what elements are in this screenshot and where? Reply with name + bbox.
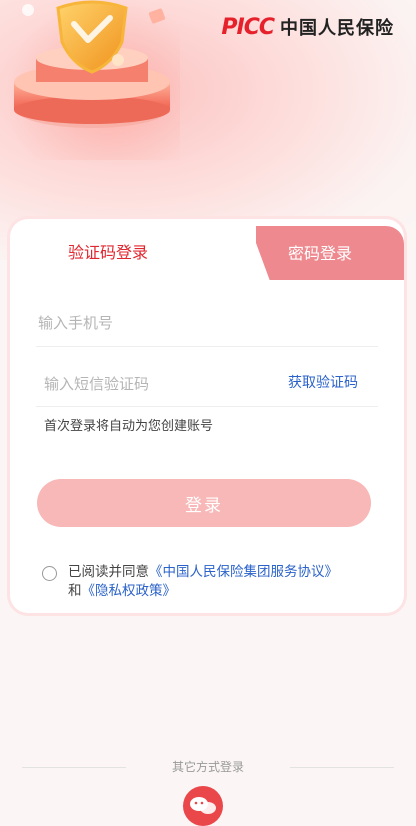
first-login-hint: 首次登录将自动为您创建账号 bbox=[44, 419, 214, 434]
login-button[interactable]: 登录 bbox=[37, 479, 371, 527]
other-login-line-right bbox=[290, 767, 394, 768]
service-agreement-link[interactable]: 《中国人民保险集团服务协议》 bbox=[149, 564, 338, 580]
wechat-icon bbox=[190, 797, 216, 814]
logo-mark: PICC bbox=[221, 14, 275, 40]
tab-sms-login-label: 验证码登录 bbox=[68, 243, 149, 262]
agreement-checkbox[interactable] bbox=[42, 566, 57, 581]
sms-code-input[interactable]: 输入短信验证码 bbox=[44, 373, 149, 394]
get-code-button[interactable]: 获取验证码 bbox=[288, 372, 358, 392]
phone-divider bbox=[36, 346, 378, 347]
wechat-login-button[interactable] bbox=[183, 786, 223, 826]
agreement-joiner: 和 bbox=[68, 583, 82, 599]
login-card: 验证码登录 密码登录 输入手机号 输入短信验证码 获取验证码 首次登录将自动为您… bbox=[10, 219, 404, 613]
other-login-section: 其它方式登录 bbox=[22, 758, 394, 776]
phone-input[interactable]: 输入手机号 bbox=[38, 312, 113, 333]
tab-password-login-label: 密码登录 bbox=[288, 244, 353, 263]
picc-logo: PICC 中国人民保险 bbox=[221, 14, 394, 40]
logo-company-name: 中国人民保险 bbox=[280, 18, 394, 39]
agreement-prefix: 已阅读并同意 bbox=[68, 564, 149, 580]
code-divider bbox=[36, 406, 378, 407]
privacy-policy-link[interactable]: 《隐私权政策》 bbox=[82, 583, 177, 599]
shield-pedestal-illustration bbox=[14, 0, 170, 128]
agreement-text: 已阅读并同意《中国人民保险集团服务协议》 和《隐私权政策》 bbox=[68, 563, 378, 601]
